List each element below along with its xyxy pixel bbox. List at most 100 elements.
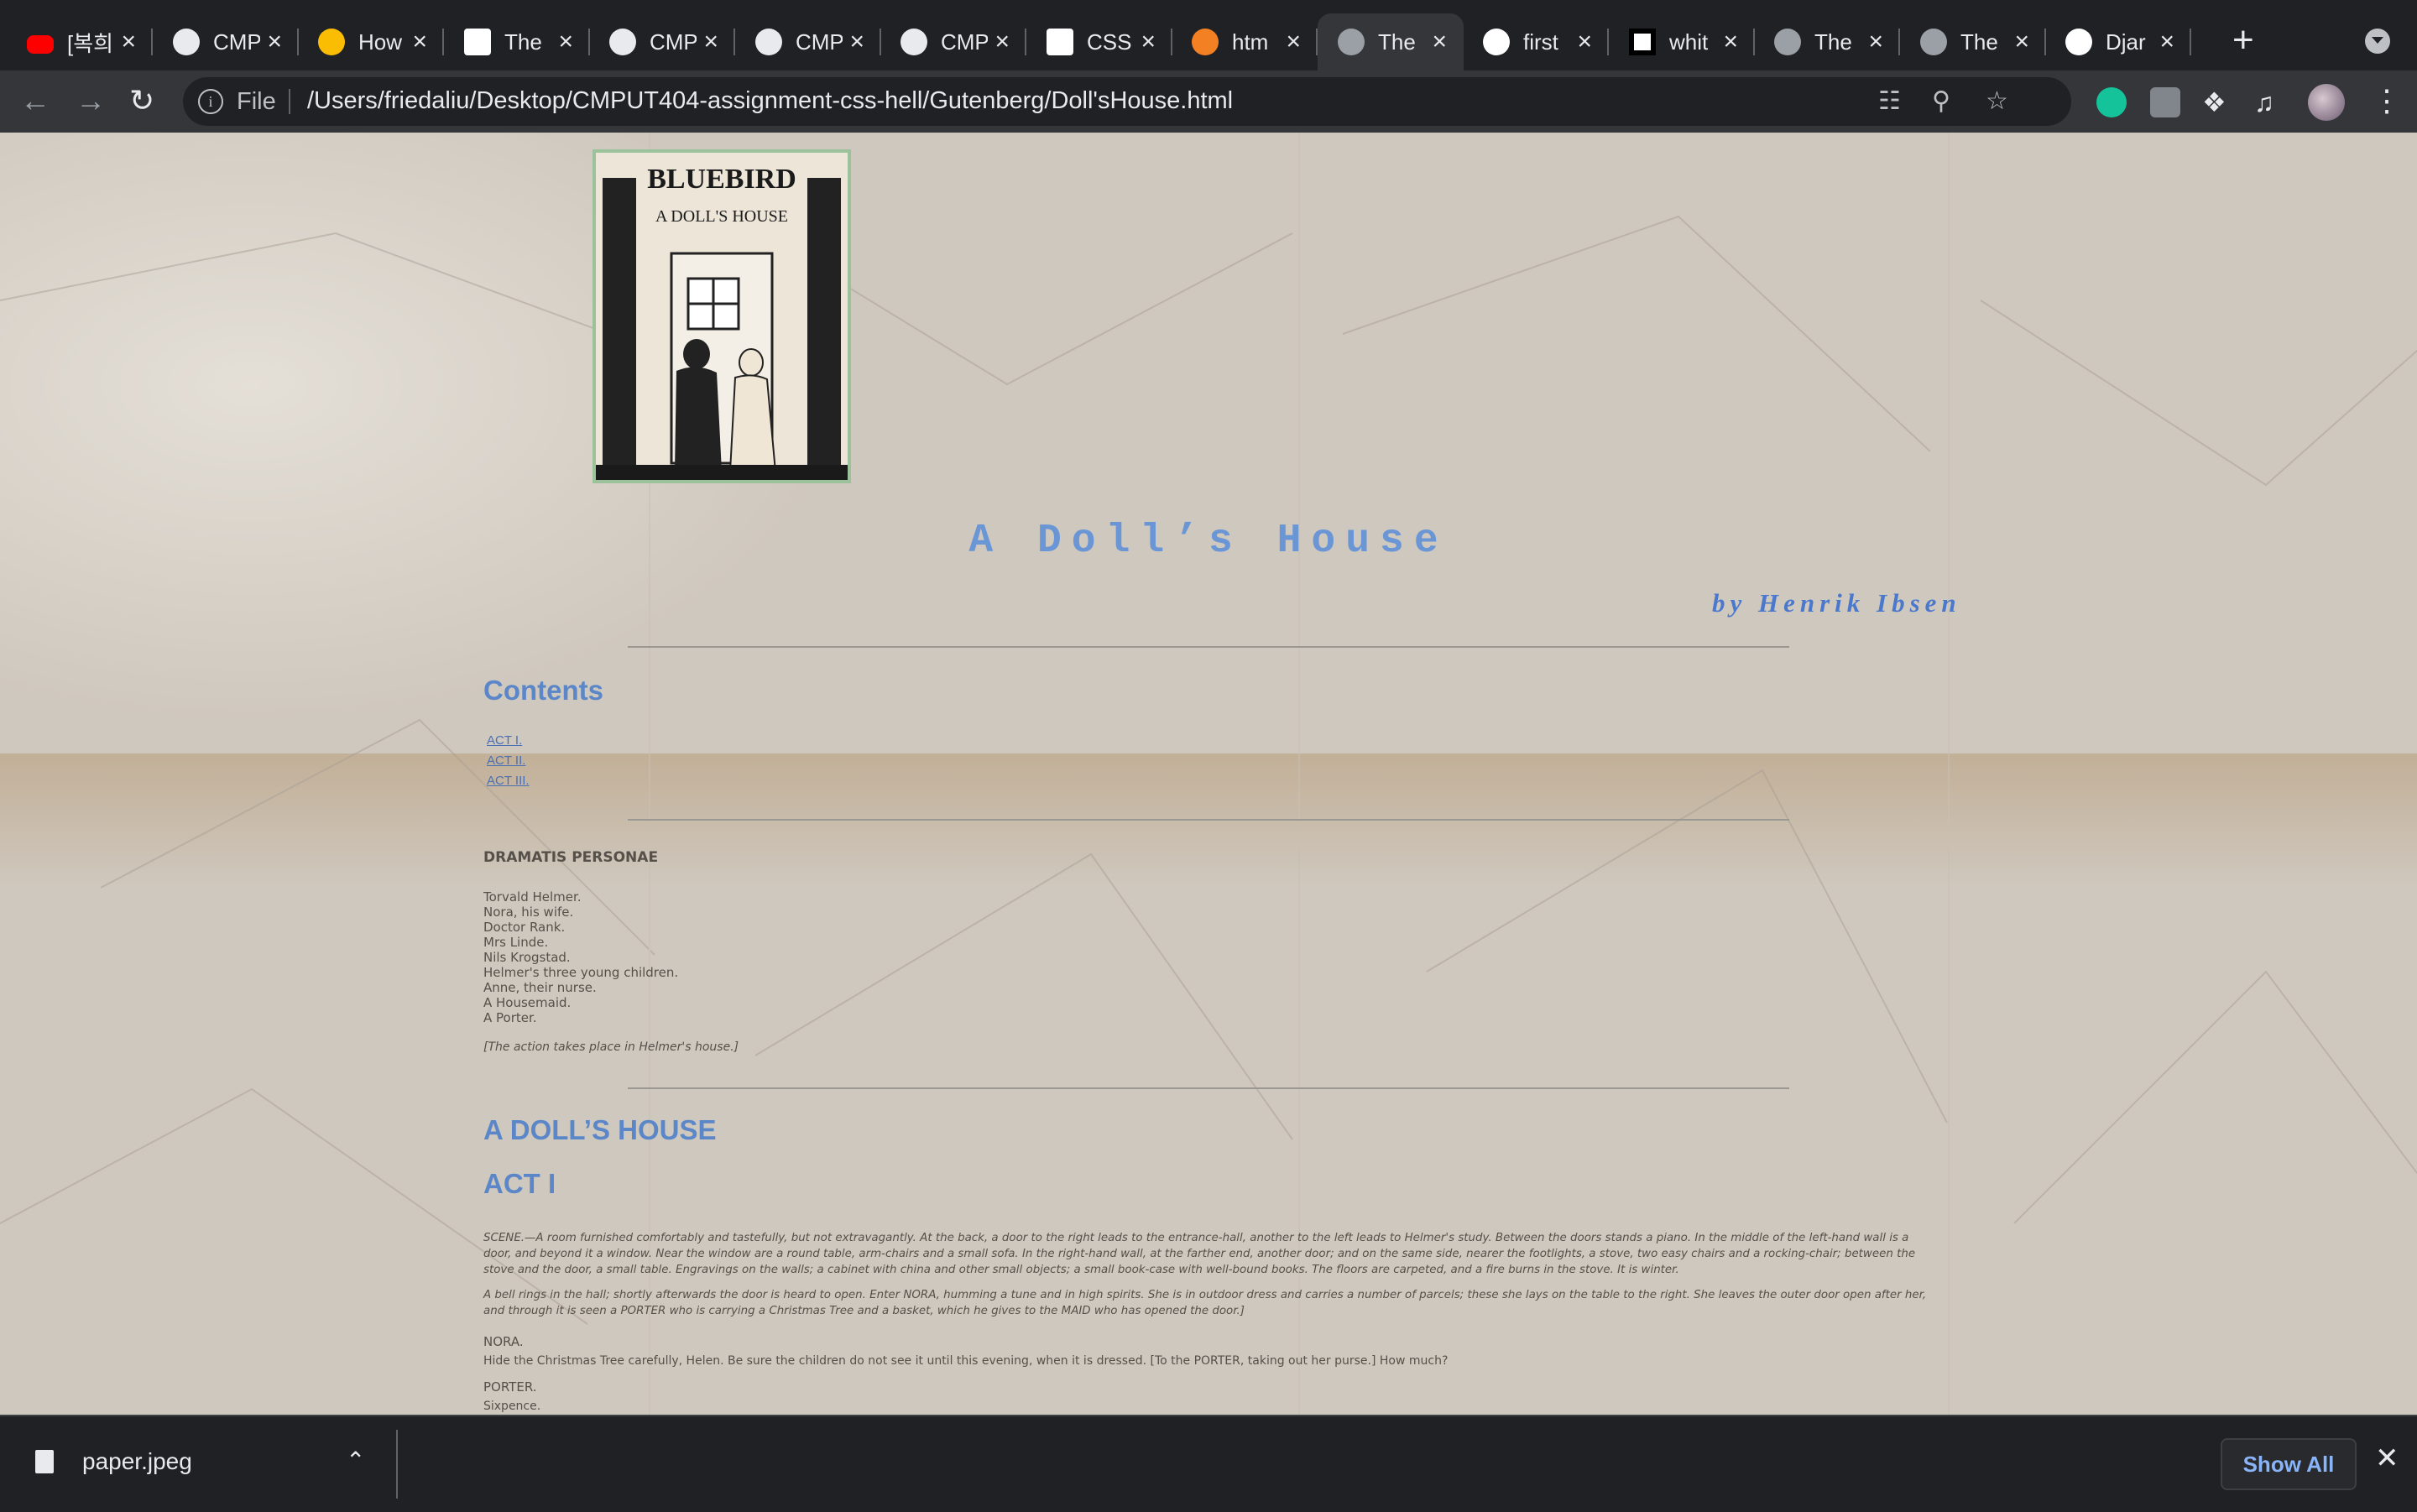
stage-direction: SCENE.—A room furnished comfortably and … (483, 1232, 1916, 1276)
book-title: A Doll’s House (968, 519, 1449, 564)
reload-button[interactable]: ↻ (129, 84, 154, 117)
tab-close-icon[interactable]: × (121, 29, 136, 55)
tab[interactable]: [복희 × (7, 13, 153, 70)
scheme-label: File (237, 88, 276, 115)
zoom-icon[interactable]: ⚲ (1932, 87, 1950, 116)
back-button[interactable]: ← (20, 84, 50, 117)
cover-title-top: BLUEBIRD (647, 164, 796, 195)
dialogue-line: Sixpence. (483, 1400, 541, 1413)
stage-direction: A bell rings in the hall; shortly afterw… (483, 1289, 1927, 1317)
google-icon (1483, 29, 1510, 55)
tab-title: CSS (1087, 29, 1132, 55)
cast-member: Mrs Linde. (483, 935, 549, 950)
site-info-icon[interactable]: i (198, 89, 223, 114)
cast-member: Nora, his wife. (483, 905, 574, 920)
tab-title: whit (1669, 29, 1709, 55)
tab-close-icon[interactable]: × (703, 29, 718, 55)
tab-title: CMP (796, 29, 843, 55)
globe-icon (1338, 29, 1365, 55)
unsplash-icon (1629, 29, 1656, 55)
tab-close-icon[interactable]: × (1723, 29, 1738, 55)
puzzle-extensions-icon[interactable]: ❖ (2202, 86, 2226, 119)
download-bar: paper.jpeg ⌃ Show All ✕ (0, 1415, 2417, 1512)
download-divider (396, 1430, 398, 1499)
tab-title: htm (1232, 29, 1269, 55)
address-divider (289, 89, 290, 114)
toc-link-act-1[interactable]: ACT I. (487, 733, 522, 748)
tab-close-icon[interactable]: × (1432, 29, 1447, 55)
tab[interactable]: The × (1318, 13, 1464, 70)
tab[interactable]: htm × (1172, 13, 1318, 70)
tab-title: Djar (2106, 29, 2146, 55)
tab-close-icon[interactable]: × (558, 29, 573, 55)
tab-strip: [복희 × CMP × How × The × CMP × CMP × CMP × CSS × htm × The ×… (0, 0, 2417, 70)
tab-close-icon[interactable]: × (994, 29, 1010, 55)
youtube-icon (27, 34, 54, 54)
show-all-button[interactable]: Show All (2221, 1438, 2357, 1490)
github-icon (173, 29, 200, 55)
tab-title: The (1814, 29, 1852, 55)
globe-icon (1920, 29, 1947, 55)
download-file-name[interactable]: paper.jpeg (82, 1448, 192, 1475)
dramatis-personae-heading: DRAMATIS PERSONAE (483, 849, 659, 866)
toc-link-act-2[interactable]: ACT II. (487, 753, 525, 768)
tab-close-icon[interactable]: × (1141, 29, 1156, 55)
close-icon[interactable]: ✕ (2375, 1442, 2399, 1475)
tab[interactable]: The × (1754, 13, 1900, 70)
toc-link-act-3[interactable]: ACT III. (487, 774, 530, 788)
tab[interactable]: CMP × (153, 13, 299, 70)
divider (628, 819, 1789, 821)
new-tab-button[interactable]: + (2232, 22, 2254, 59)
tab[interactable]: How × (298, 13, 444, 70)
tab[interactable]: first × (1463, 13, 1609, 70)
tab[interactable]: CMP × (735, 13, 881, 70)
tab-title: The (504, 29, 542, 55)
forward-button[interactable]: → (76, 84, 106, 117)
tab[interactable]: CMP × (880, 13, 1026, 70)
cast-member: Helmer's three young children. (483, 965, 679, 980)
menu-icon[interactable]: ⋮ (2372, 84, 2402, 117)
translate-icon[interactable]: ☷ (1878, 87, 1901, 116)
divider (628, 646, 1789, 648)
cast-member: A Housemaid. (483, 995, 572, 1010)
dialogue-line: Hide the Christmas Tree carefully, Helen… (483, 1354, 1449, 1368)
github-icon (755, 29, 782, 55)
google-photos-icon (318, 29, 345, 55)
grammarly-extension-icon[interactable] (2096, 87, 2127, 117)
paper-texture (0, 133, 2417, 1415)
tab[interactable]: CSS × (1026, 13, 1172, 70)
chevron-up-icon[interactable]: ⌃ (346, 1447, 365, 1474)
tab[interactable]: The × (1900, 13, 2046, 70)
tab[interactable]: Djar × (2045, 13, 2191, 70)
tab[interactable]: CMP × (589, 13, 735, 70)
setting-note: [The action takes place in Helmer's hous… (483, 1040, 739, 1054)
globe-icon (1774, 29, 1801, 55)
tab-close-icon[interactable]: × (1286, 29, 1301, 55)
profile-avatar[interactable] (2308, 84, 2345, 121)
bookmark-star-icon[interactable]: ☆ (1986, 87, 2008, 116)
cast-member: Doctor Rank. (483, 920, 566, 935)
tab-close-icon[interactable]: × (412, 29, 427, 55)
address-bar[interactable]: i File /Users/friedaliu/Desktop/CMPUT404… (183, 77, 2071, 126)
tab-close-icon[interactable]: × (1577, 29, 1592, 55)
tab-close-icon[interactable]: × (2159, 29, 2174, 55)
tab-close-icon[interactable]: × (267, 29, 282, 55)
act-heading: ACT I (483, 1168, 556, 1199)
book-byline: by Henrik Ibsen (1712, 588, 1961, 618)
tab-close-icon[interactable]: × (2014, 29, 2029, 55)
tab-title: How (358, 29, 403, 55)
tab[interactable]: whit × (1609, 13, 1755, 70)
tab[interactable]: The × (444, 13, 590, 70)
tab-close-icon[interactable]: × (849, 29, 864, 55)
tab-title: CMP (213, 29, 260, 55)
tab-title: CMP (941, 29, 988, 55)
tab-title: The (1960, 29, 1998, 55)
media-control-icon[interactable]: ♫ (2254, 86, 2274, 119)
stackoverflow-icon (1192, 29, 1219, 55)
tab-close-icon[interactable]: × (1868, 29, 1883, 55)
url-text[interactable]: /Users/friedaliu/Desktop/CMPUT404-assign… (307, 87, 1233, 115)
tab-search-button[interactable] (2365, 29, 2390, 54)
extension-icon[interactable] (2150, 87, 2180, 117)
github-icon (901, 29, 927, 55)
file-icon (35, 1450, 54, 1473)
